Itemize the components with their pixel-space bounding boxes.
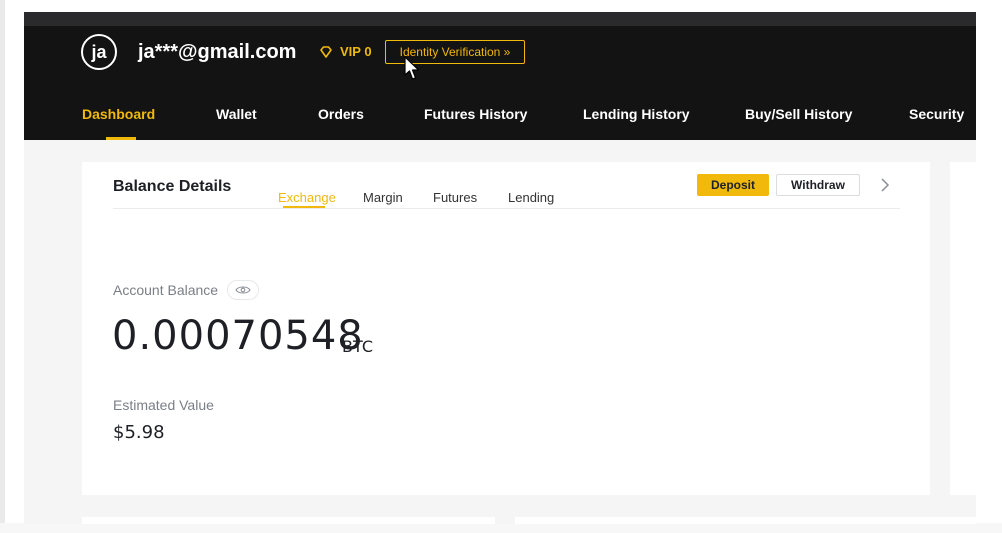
nav-orders[interactable]: Orders: [318, 105, 364, 123]
window-bottom-edge: [0, 523, 1002, 533]
estimated-value-amount: $5.98: [113, 422, 165, 443]
account-balance-amount: 0.00070548: [112, 313, 364, 359]
user-email: ja***@gmail.com: [138, 41, 297, 63]
nav-futures-history[interactable]: Futures History: [424, 105, 527, 123]
nav-active-indicator: [106, 137, 136, 140]
withdraw-button[interactable]: Withdraw: [776, 174, 860, 196]
diamond-icon: [320, 46, 332, 58]
lower-card-left: [82, 517, 495, 524]
tab-margin[interactable]: Margin: [363, 190, 403, 206]
vip-level[interactable]: VIP 0: [340, 44, 372, 60]
tab-futures[interactable]: Futures: [433, 190, 477, 206]
lower-card-right: [515, 517, 976, 524]
nav-wallet[interactable]: Wallet: [216, 105, 257, 123]
nav-dashboard[interactable]: Dashboard: [82, 105, 155, 123]
header-top-shade: [24, 12, 976, 26]
nav-security[interactable]: Security: [909, 105, 964, 123]
mouse-cursor-icon: [404, 56, 420, 80]
account-balance-unit: BTC: [342, 337, 373, 356]
deposit-button[interactable]: Deposit: [697, 174, 769, 196]
balance-details-card: Balance Details Exchange Margin Futures …: [82, 162, 930, 495]
header: ja ja***@gmail.com VIP 0 Identity Verifi…: [24, 12, 976, 140]
side-card-partial: [950, 162, 976, 495]
nav-lending-history[interactable]: Lending History: [583, 105, 690, 123]
toggle-balance-visibility[interactable]: [227, 280, 259, 300]
avatar[interactable]: ja: [81, 34, 117, 70]
eye-icon: [235, 286, 251, 294]
window-edge: [0, 0, 5, 523]
app-frame: ja ja***@gmail.com VIP 0 Identity Verifi…: [24, 12, 976, 524]
tab-exchange[interactable]: Exchange: [278, 190, 336, 206]
tab-lending[interactable]: Lending: [508, 190, 554, 206]
account-balance-label: Account Balance: [113, 282, 219, 298]
main-nav: Dashboard Wallet Orders Futures History …: [24, 102, 976, 140]
balance-details-title: Balance Details: [113, 178, 232, 195]
chevron-right-icon[interactable]: [878, 177, 892, 193]
nav-buy-sell-history[interactable]: Buy/Sell History: [745, 105, 852, 123]
estimated-value-label: Estimated Value: [113, 397, 214, 413]
tab-divider: [113, 208, 900, 209]
